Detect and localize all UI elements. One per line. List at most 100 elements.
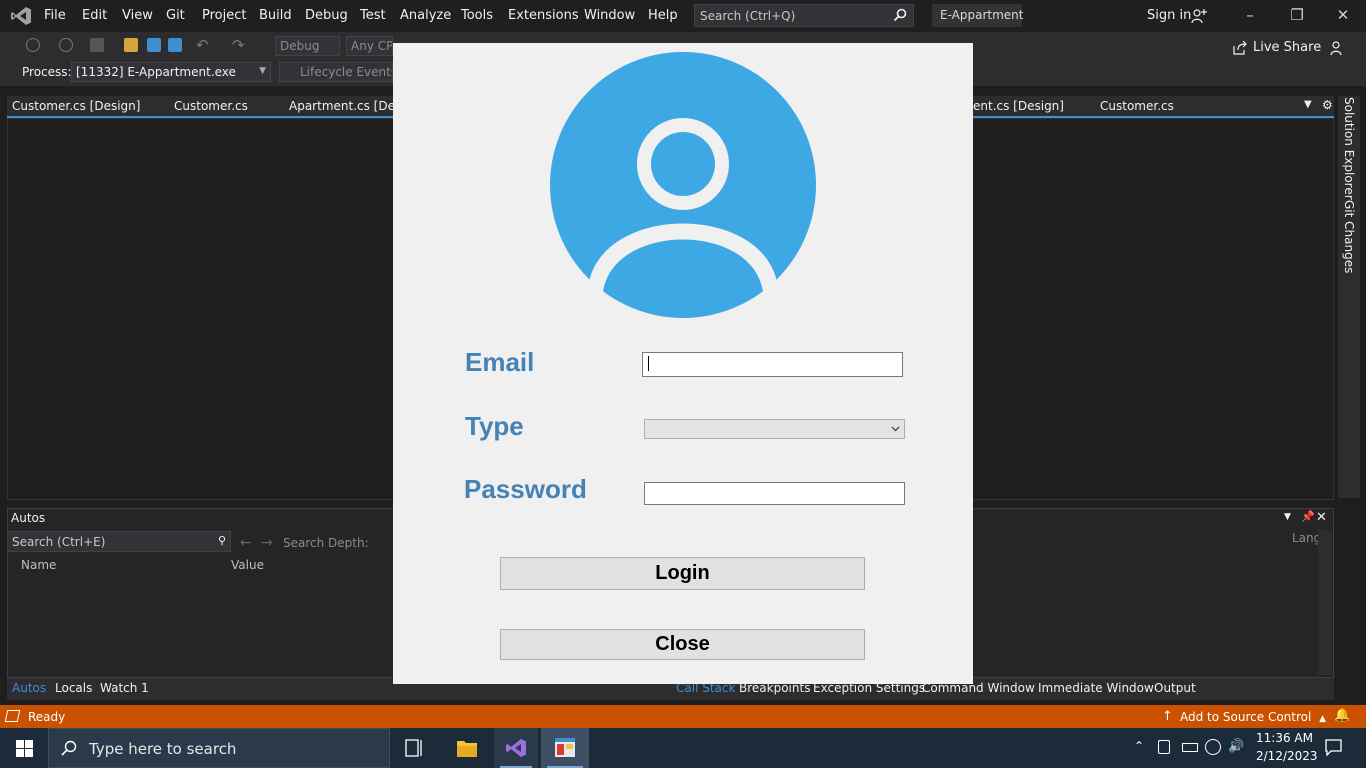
menu-extensions[interactable]: Extensions (508, 8, 579, 23)
menu-tools[interactable]: Tools (461, 8, 493, 23)
git-changes-tab[interactable]: Git Changes (1342, 200, 1356, 273)
tab-customer-design[interactable]: Customer.cs [Design] (12, 99, 140, 113)
login-button[interactable]: Login (500, 557, 865, 590)
menu-file[interactable]: File (44, 8, 66, 23)
configuration-dropdown[interactable]: Debug (275, 36, 340, 56)
tab-apartment-design[interactable]: Apartment.cs [Design] (289, 99, 393, 113)
tray-overflow-icon[interactable]: ⌃ (1134, 739, 1144, 753)
winforms-app-icon (555, 738, 575, 757)
autos-search-icon: ⚲ (217, 534, 226, 547)
feedback-icon[interactable] (1330, 40, 1346, 56)
forward-icon[interactable] (59, 38, 73, 52)
network-globe-icon[interactable] (1205, 739, 1221, 755)
menu-test[interactable]: Test (360, 8, 386, 23)
user-avatar-icon (550, 52, 816, 318)
search-placeholder: Search (Ctrl+Q) (700, 9, 796, 23)
solution-name: E-Appartment (932, 4, 1023, 27)
process-value: [11332] E-Appartment.exe (76, 65, 236, 79)
taskbar-search-icon (61, 740, 77, 756)
tab-watch-1[interactable]: Watch 1 (100, 681, 149, 695)
platform-dropdown[interactable]: Any CPU (346, 36, 393, 56)
sign-in-link[interactable]: Sign in (1147, 8, 1191, 23)
solution-explorer-tab[interactable]: Solution Explorer (1342, 97, 1356, 200)
search-back-icon[interactable]: ← (240, 535, 252, 551)
column-header-lang[interactable]: Lang (1292, 531, 1321, 545)
text-caret (648, 356, 649, 371)
tab-autos[interactable]: Autos (12, 681, 46, 695)
clock-date[interactable]: 2/12/2023 (1256, 749, 1318, 763)
chevron-down-icon (891, 426, 900, 432)
menu-help[interactable]: Help (648, 8, 678, 23)
file-explorer-icon[interactable] (456, 738, 478, 758)
back-icon[interactable] (26, 38, 40, 52)
column-header-name[interactable]: Name (21, 558, 56, 572)
menu-window[interactable]: Window (584, 8, 635, 23)
meet-now-icon[interactable] (1158, 740, 1170, 754)
tab-payment-design[interactable]: ent.cs [Design] (973, 99, 1064, 113)
menu-project[interactable]: Project (202, 8, 246, 23)
password-field[interactable] (644, 482, 905, 505)
clock-time[interactable]: 11:36 AM (1256, 731, 1313, 745)
lifecycle-events-dropdown[interactable]: Lifecycle Events (279, 62, 393, 82)
tab-customer-cs[interactable]: Customer.cs (174, 99, 248, 113)
search-input[interactable]: Search (Ctrl+Q) (694, 4, 914, 27)
arrow-up-icon: ↑ (1162, 709, 1173, 724)
process-dropdown[interactable]: [11332] E-Appartment.exe ▼ (71, 62, 271, 82)
visual-studio-taskbar-icon (506, 739, 526, 757)
notifications-bell-icon[interactable]: 🔔 (1334, 708, 1350, 723)
type-dropdown[interactable] (644, 419, 905, 439)
add-user-icon[interactable] (1191, 8, 1207, 24)
menu-git[interactable]: Git (166, 8, 185, 23)
redo-icon[interactable]: ↷ (232, 36, 245, 54)
source-control-label: Add to Source Control (1180, 710, 1312, 724)
close-window-button[interactable]: ✕ (1333, 6, 1353, 26)
windows-start-icon[interactable] (16, 740, 33, 757)
open-folder-icon[interactable] (124, 38, 138, 52)
battery-icon[interactable] (1182, 743, 1198, 752)
chevron-down-icon: ▼ (259, 66, 266, 76)
gear-icon[interactable]: ⚙ (1322, 98, 1333, 112)
save-all-icon[interactable] (168, 38, 182, 52)
type-label: Type (465, 411, 524, 441)
process-label: Process: (22, 65, 72, 79)
menu-edit[interactable]: Edit (82, 8, 107, 23)
autos-scrollbar[interactable] (1318, 530, 1332, 675)
save-icon[interactable] (147, 38, 161, 52)
volume-icon[interactable]: 🔊 (1228, 739, 1244, 754)
search-icon (893, 8, 907, 22)
column-header-value[interactable]: Value (231, 558, 264, 572)
search-depth-label: Search Depth: (283, 536, 369, 550)
panel-options-icon[interactable]: ▼ (1284, 512, 1291, 522)
taskbar-search-input[interactable]: Type here to search (48, 728, 390, 768)
autos-search-placeholder: Search (Ctrl+E) (12, 535, 106, 549)
minimize-button[interactable]: – (1240, 6, 1260, 26)
menu-debug[interactable]: Debug (305, 8, 348, 23)
autos-search-input[interactable]: Search (Ctrl+E) ⚲ (7, 531, 231, 552)
tab-list-icon[interactable]: ▼ (1304, 99, 1312, 110)
live-share-button[interactable]: Live Share (1253, 40, 1321, 55)
tab-locals[interactable]: Locals (55, 681, 92, 695)
tab-output[interactable]: Output (1154, 681, 1196, 695)
tab-customer-cs-2[interactable]: Customer.cs (1100, 99, 1174, 113)
tab-immediate-window[interactable]: Immediate Window (1038, 681, 1154, 695)
visual-studio-taskbar-button[interactable] (494, 728, 538, 768)
menu-build[interactable]: Build (259, 8, 292, 23)
close-button[interactable]: Close (500, 629, 865, 660)
email-field[interactable] (642, 352, 903, 377)
winforms-app-taskbar-button[interactable] (541, 728, 589, 768)
add-to-source-control-button[interactable]: Add to Source Control ▲ (1180, 710, 1326, 724)
action-center-icon[interactable] (1325, 739, 1342, 756)
menu-analyze[interactable]: Analyze (400, 8, 451, 23)
menu-view[interactable]: View (122, 8, 153, 23)
visual-studio-logo-icon[interactable] (10, 6, 32, 26)
new-project-icon[interactable] (90, 38, 104, 52)
task-view-icon[interactable] (405, 739, 425, 757)
search-forward-icon[interactable]: → (261, 535, 273, 551)
status-icon (4, 710, 21, 722)
restore-button[interactable]: ❐ (1287, 6, 1307, 26)
pin-icon[interactable]: 📌 (1301, 510, 1315, 523)
undo-icon[interactable]: ↶ (196, 36, 209, 54)
close-panel-icon[interactable]: ✕ (1316, 510, 1327, 525)
live-share-icon[interactable] (1232, 40, 1248, 56)
